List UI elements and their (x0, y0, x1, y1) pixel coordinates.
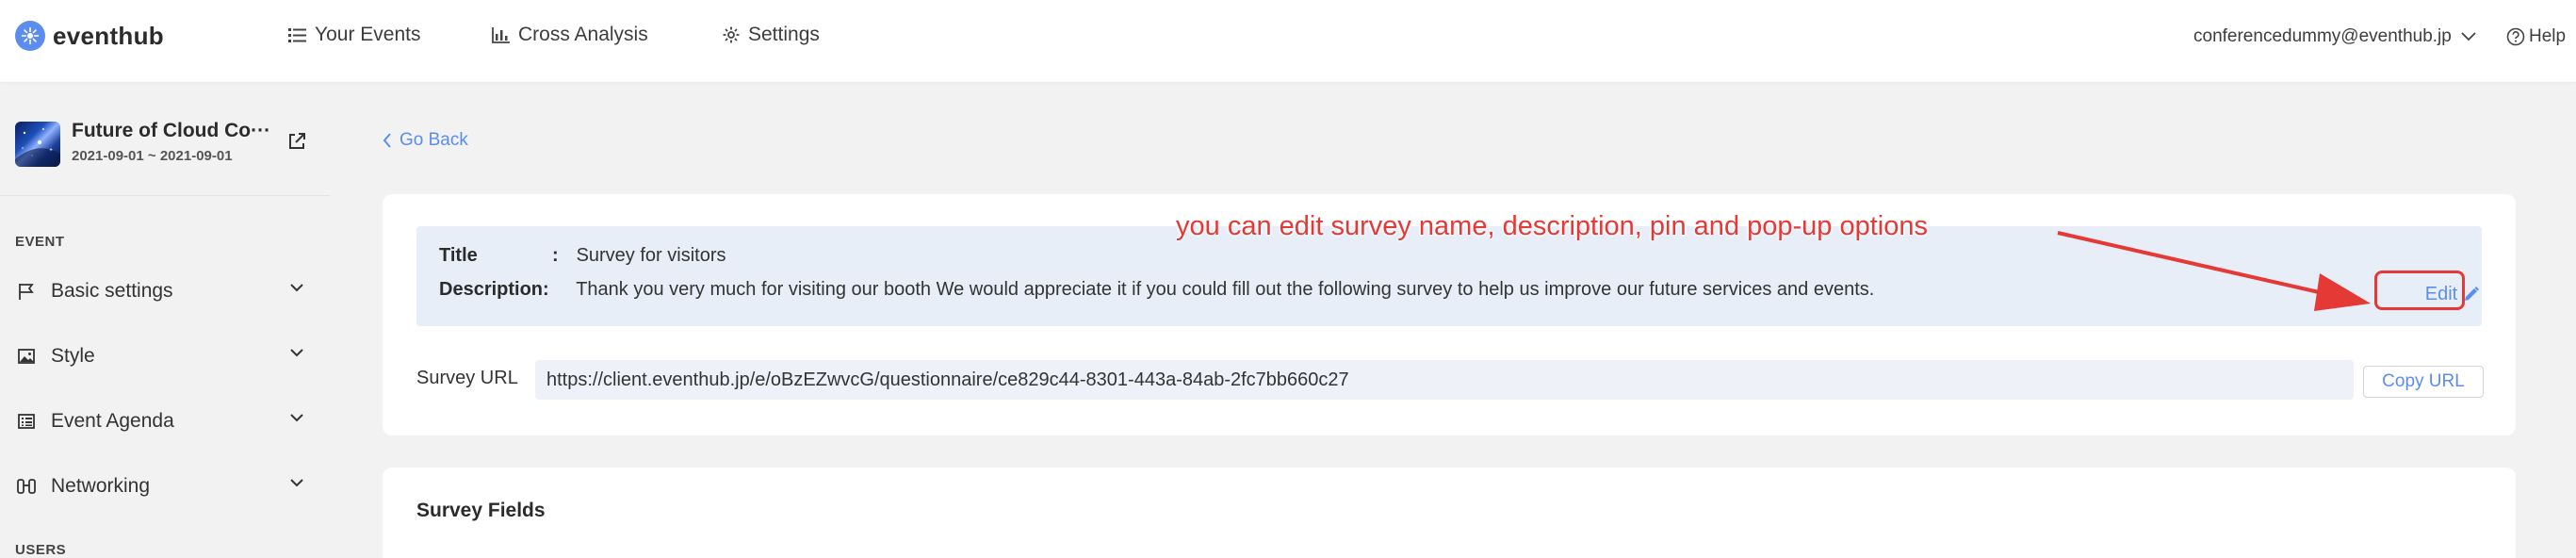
survey-url-label: Survey URL (416, 368, 518, 388)
sidebar-item-style[interactable]: Style (15, 337, 303, 375)
open-external-icon[interactable] (286, 131, 307, 156)
sidebar-item-event-agenda[interactable]: Event Agenda (15, 402, 303, 440)
user-account-menu[interactable]: conferencedummy@eventhub.jp (2193, 23, 2476, 51)
agenda-icon (15, 410, 38, 433)
flag-icon (15, 280, 38, 303)
sidebar-item-label: Event Agenda (51, 410, 174, 432)
top-navbar: eventhub Your Events Cross Analysis Sett… (0, 0, 2576, 82)
survey-title-separator: : (552, 245, 559, 266)
survey-description-row: Description: Thank you very much for vis… (439, 279, 1874, 301)
annotation-text: you can edit survey name, description, p… (1176, 211, 1928, 241)
survey-fields-title: Survey Fields (416, 500, 546, 521)
image-icon (15, 345, 38, 368)
event-dates: 2021-09-01 ~ 2021-09-01 (72, 148, 233, 164)
chevron-down-icon (290, 349, 303, 357)
survey-description-key: Description: (439, 279, 549, 300)
survey-title-value: Survey for visitors (576, 245, 726, 266)
help-label: Help (2529, 26, 2567, 46)
help-link[interactable]: Help (2506, 23, 2566, 51)
chevron-left-icon (383, 133, 391, 148)
chevron-down-icon (290, 284, 303, 292)
survey-title-key: Title (439, 245, 478, 266)
chevron-down-icon (2461, 32, 2476, 41)
section-label-users: USERS (15, 542, 67, 558)
copy-url-button[interactable]: Copy URL (2363, 366, 2484, 398)
sidebar: Future of Cloud Co··· 2021-09-01 ~ 2021-… (0, 82, 330, 558)
gear-icon (723, 26, 740, 43)
sidebar-item-label: Style (51, 345, 95, 367)
go-back-label: Go Back (399, 130, 468, 150)
sidebar-item-networking[interactable]: Networking (15, 468, 303, 505)
event-thumbnail (15, 122, 60, 167)
bar-chart-icon (492, 27, 510, 43)
question-circle-icon (2506, 27, 2525, 46)
sidebar-divider (0, 195, 330, 196)
sidebar-item-label: Basic settings (51, 280, 173, 302)
nav-settings[interactable]: Settings (722, 21, 820, 49)
user-email: conferencedummy@eventhub.jp (2193, 26, 2452, 46)
nav-cross-analysis[interactable]: Cross Analysis (492, 21, 648, 49)
go-back-link[interactable]: Go Back (383, 128, 468, 153)
edit-survey-button[interactable]: Edit (2412, 279, 2493, 309)
binoculars-icon (15, 475, 38, 498)
chevron-down-icon (290, 414, 303, 422)
nav-settings-label: Settings (748, 24, 820, 45)
chevron-down-icon (290, 479, 303, 487)
pencil-icon (2465, 287, 2480, 301)
section-label-event: EVENT (15, 234, 65, 250)
brand-name: eventhub (53, 21, 164, 50)
brand[interactable]: eventhub (15, 21, 164, 51)
nav-your-events[interactable]: Your Events (288, 21, 420, 49)
eventhub-logo-icon (15, 21, 45, 51)
sidebar-item-label: Networking (51, 475, 151, 497)
list-icon (288, 28, 306, 42)
current-event-card: Future of Cloud Co··· 2021-09-01 ~ 2021-… (15, 120, 326, 176)
survey-description-value: Thank you very much for visiting our boo… (576, 279, 1875, 300)
edit-label: Edit (2424, 283, 2458, 304)
nav-cross-analysis-label: Cross Analysis (518, 24, 648, 45)
survey-title-row: Title: Survey for visitors (439, 245, 726, 267)
nav-your-events-label: Your Events (315, 24, 421, 45)
survey-fields-card: Survey Fields (383, 468, 2516, 558)
event-name: Future of Cloud Co··· (72, 120, 271, 141)
sidebar-item-basic-settings[interactable]: Basic settings (15, 272, 303, 310)
survey-url-field[interactable] (535, 360, 2354, 400)
